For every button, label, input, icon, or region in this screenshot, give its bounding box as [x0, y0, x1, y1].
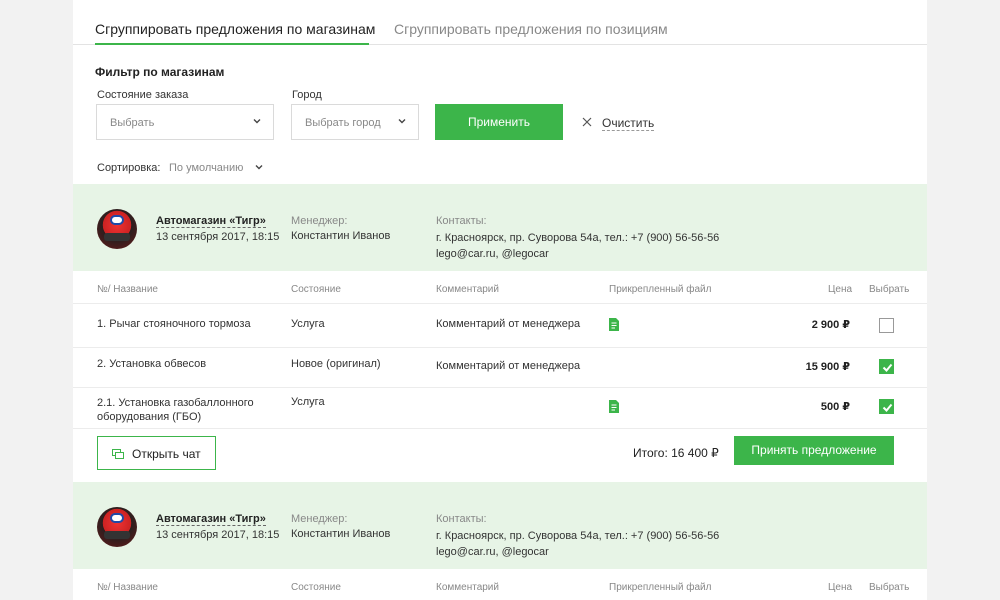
shop-avatar: [97, 209, 137, 249]
column-header-file: Прикрепленный файл: [609, 284, 712, 295]
logo-car: [104, 233, 130, 241]
tab-group-by-shops[interactable]: Сгруппировать предложения по магазинам: [95, 21, 375, 37]
city-value: Выбрать город: [305, 117, 381, 129]
offer-date: 13 сентября 2017, 18:15: [156, 529, 280, 541]
divider: [73, 347, 927, 348]
row-select-checkbox[interactable]: [879, 318, 894, 333]
open-chat-label: Открыть чат: [132, 447, 201, 461]
grouping-tabs: Сгруппировать предложения по магазинам С…: [73, 0, 927, 45]
column-header-select: Выбрать: [869, 284, 910, 295]
manager-name: Константин Иванов: [291, 230, 391, 242]
row-item-name: 1. Рычаг стояночного тормоза: [97, 318, 251, 330]
shop-offer-card: Автомагазин «Тигр» 13 сентября 2017, 18:…: [73, 482, 927, 600]
contacts-label: Контакты:: [436, 513, 487, 525]
row-item-state: Услуга: [291, 318, 325, 330]
column-header-file: Прикрепленный файл: [609, 582, 712, 593]
row-item-state: Новое (оригинал): [291, 358, 381, 370]
attached-file-icon[interactable]: [609, 400, 619, 413]
order-state-value: Выбрать: [110, 117, 155, 129]
column-header-name: №/ Название: [97, 284, 158, 295]
offers-page: Сгруппировать предложения по магазинам С…: [73, 0, 927, 600]
divider: [73, 387, 927, 388]
active-tab-indicator: [95, 43, 369, 45]
sort-select[interactable]: По умолчанию: [169, 162, 243, 174]
row-select-checkbox[interactable]: [879, 359, 894, 374]
divider: [73, 303, 927, 304]
divider: [73, 428, 927, 429]
chevron-down-icon[interactable]: [254, 162, 264, 172]
order-state-label: Состояние заказа: [97, 89, 189, 101]
row-item-state: Услуга: [291, 396, 325, 408]
contacts-address: г. Красноярск, пр. Суворова 54а, тел.: +…: [436, 232, 720, 244]
row-item-comment: Комментарий от менеджера: [436, 318, 581, 330]
order-state-select[interactable]: Выбрать: [96, 104, 274, 140]
manager-label: Менеджер:: [291, 215, 348, 227]
column-header-select: Выбрать: [869, 582, 910, 593]
contacts-email: lego@car.ru, @legocar: [436, 546, 549, 558]
shop-name-link[interactable]: Автомагазин «Тигр»: [156, 513, 266, 526]
checkmark-icon: [882, 363, 893, 372]
row-item-price: 15 900 ₽: [805, 361, 850, 373]
column-header-state: Состояние: [291, 284, 341, 295]
offer-total: Итого: 16 400 ₽: [633, 446, 719, 460]
logo-badge: [110, 513, 124, 523]
sort-label: Сортировка:: [97, 162, 161, 174]
row-item-price: 2 900 ₽: [811, 319, 850, 331]
close-icon: [582, 117, 592, 127]
column-header-name: №/ Название: [97, 582, 158, 593]
contacts-label: Контакты:: [436, 215, 487, 227]
offer-date: 13 сентября 2017, 18:15: [156, 231, 280, 243]
logo-badge: [110, 215, 124, 225]
tab-group-by-items[interactable]: Сгруппировать предложения по позициям: [394, 21, 668, 37]
column-header-price: Цена: [828, 284, 853, 295]
contacts-address: г. Красноярск, пр. Суворова 54а, тел.: +…: [436, 530, 720, 542]
row-item-name: 2.1. Установка газобаллонного оборудован…: [97, 397, 254, 423]
row-select-checkbox[interactable]: [879, 399, 894, 414]
column-header-comment: Комментарий: [436, 284, 499, 295]
open-chat-button[interactable]: Открыть чат: [97, 436, 216, 470]
chat-icon: [112, 449, 124, 459]
column-header-state: Состояние: [291, 582, 341, 593]
logo-car: [104, 531, 130, 539]
row-item-name: 2. Установка обвесов: [97, 358, 207, 370]
shop-header: Автомагазин «Тигр» 13 сентября 2017, 18:…: [73, 482, 927, 569]
city-label: Город: [292, 89, 322, 101]
filter-title: Фильтр по магазинам: [95, 65, 225, 79]
contacts-email: lego@car.ru, @legocar: [436, 248, 549, 260]
apply-filter-button[interactable]: Применить: [435, 104, 563, 140]
city-select[interactable]: Выбрать город: [291, 104, 419, 140]
chevron-down-icon: [398, 119, 406, 124]
shop-avatar: [97, 507, 137, 547]
shop-name-link[interactable]: Автомагазин «Тигр»: [156, 215, 266, 228]
row-item-price: 500 ₽: [820, 401, 850, 413]
accept-offer-button[interactable]: Принять предложение: [734, 436, 894, 465]
attached-file-icon[interactable]: [609, 318, 619, 331]
column-header-comment: Комментарий: [436, 582, 499, 593]
clear-filter-label: Очистить: [602, 116, 655, 131]
checkmark-icon: [882, 403, 893, 412]
row-item-comment: Комментарий от менеджера: [436, 360, 581, 372]
manager-name: Константин Иванов: [291, 528, 391, 540]
shop-header: Автомагазин «Тигр» 13 сентября 2017, 18:…: [73, 184, 927, 271]
chevron-down-icon: [253, 119, 261, 124]
manager-label: Менеджер:: [291, 513, 348, 525]
column-header-price: Цена: [828, 582, 853, 593]
